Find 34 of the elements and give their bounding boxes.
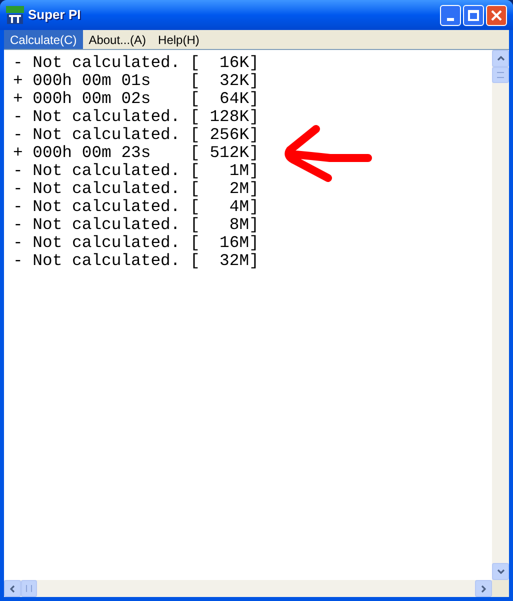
size-grip[interactable] (492, 580, 509, 597)
minimize-button[interactable] (440, 4, 461, 26)
grip-icon (26, 585, 32, 592)
maximize-icon (468, 10, 479, 20)
menu-item[interactable]: Calculate(C) (4, 30, 83, 49)
grip-icon (497, 72, 504, 78)
result-line: - Not calculated. [ 32M] (13, 252, 259, 270)
menu-item[interactable]: Help(H) (152, 30, 206, 49)
result-line: - Not calculated. [ 4M] (13, 198, 259, 216)
scroll-right-button[interactable] (475, 580, 492, 597)
horizontal-scrollbar[interactable] (4, 580, 492, 597)
result-line: - Not calculated. [ 8M] (13, 216, 259, 234)
result-line: - Not calculated. [ 16M] (13, 234, 259, 252)
result-line: - Not calculated. [ 2M] (13, 180, 259, 198)
app-icon (6, 6, 24, 24)
close-icon (491, 10, 502, 20)
result-line: - Not calculated. [ 128K] (13, 108, 259, 126)
result-line: - Not calculated. [ 256K] (13, 126, 259, 144)
result-line: - Not calculated. [ 1M] (13, 162, 259, 180)
vertical-scrollbar[interactable] (492, 50, 509, 580)
window-title: Super PI (28, 6, 81, 24)
scroll-up-button[interactable] (492, 50, 509, 67)
scroll-left-button[interactable] (4, 580, 21, 597)
result-line: - Not calculated. [ 16K] (13, 54, 259, 72)
scroll-thumb[interactable] (492, 67, 509, 83)
result-line: + 000h 00m 02s [ 64K] (13, 90, 259, 108)
menu-item[interactable]: About...(A) (82, 30, 152, 49)
result-line: + 000h 00m 23s [ 512K] (13, 144, 259, 162)
scroll-down-button[interactable] (492, 563, 509, 580)
close-button[interactable] (486, 4, 507, 26)
scroll-thumb[interactable] (21, 580, 37, 597)
maximize-button[interactable] (463, 4, 484, 26)
minimize-icon (447, 18, 454, 20)
result-line: + 000h 00m 01s [ 32K] (13, 72, 259, 90)
